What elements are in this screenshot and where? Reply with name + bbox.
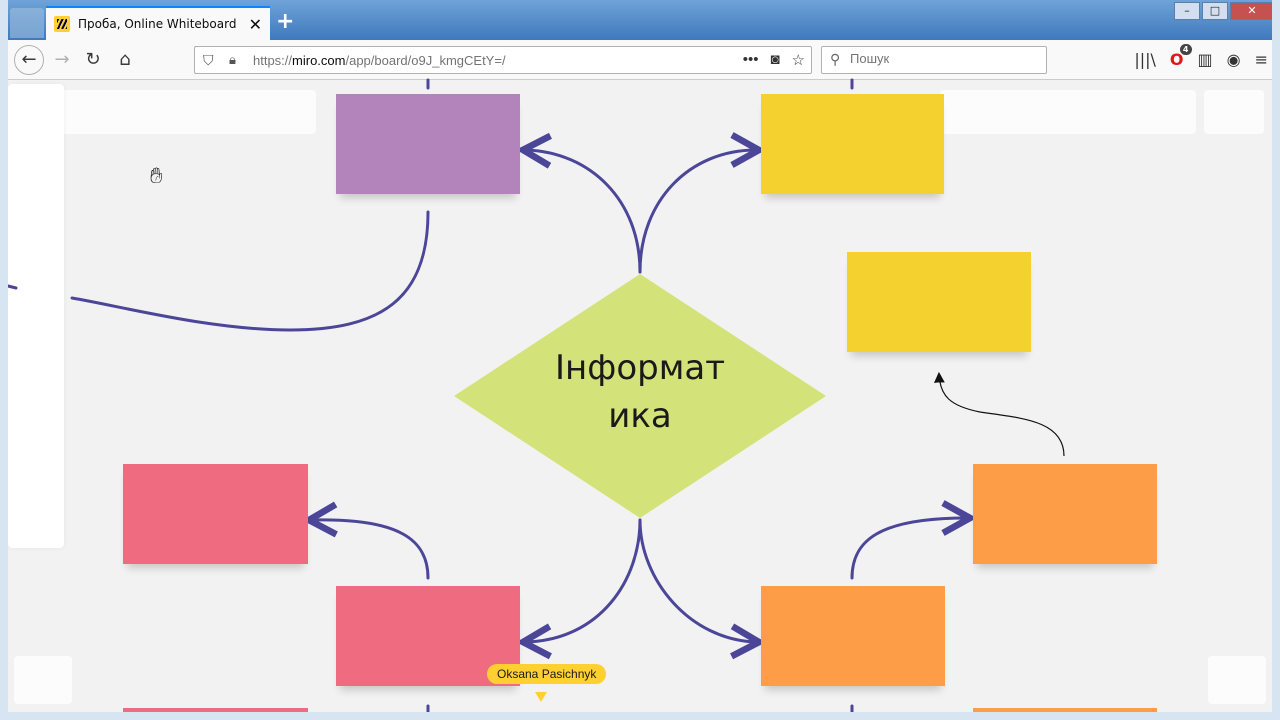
connector-left-edge <box>6 284 18 290</box>
connector-to-yellow <box>638 150 756 274</box>
central-node-line-2: ика <box>608 396 672 436</box>
central-node-label[interactable]: Інформат ика <box>540 344 740 440</box>
collaborator-cursor-label: Oksana Pasichnyk <box>487 664 607 684</box>
central-node-line-1: Інформат <box>555 348 725 388</box>
connector-orange-to-yellow <box>934 371 1065 457</box>
connector-orange-to-orange <box>850 518 967 580</box>
window-border-bottom <box>0 712 1280 720</box>
sticky-note-pink-upper[interactable] <box>123 464 308 564</box>
sticky-note-purple[interactable] <box>336 94 520 194</box>
collaborator-cursor-icon <box>535 692 547 702</box>
connector-to-orange <box>638 518 756 642</box>
window-border-right <box>1272 0 1280 720</box>
connector-to-purple <box>526 150 642 274</box>
window-border-left <box>0 0 8 720</box>
sticky-note-yellow-top[interactable] <box>761 94 944 194</box>
connector-to-pink <box>526 518 642 642</box>
sticky-note-orange-upper[interactable] <box>973 464 1157 564</box>
connector-purple-left <box>70 210 430 332</box>
connector-pink-to-pink <box>312 520 430 580</box>
sticky-note-yellow-right[interactable] <box>847 252 1031 352</box>
hand-cursor-icon: ✋︎ <box>150 164 163 189</box>
sticky-note-orange-lower[interactable] <box>761 586 945 686</box>
